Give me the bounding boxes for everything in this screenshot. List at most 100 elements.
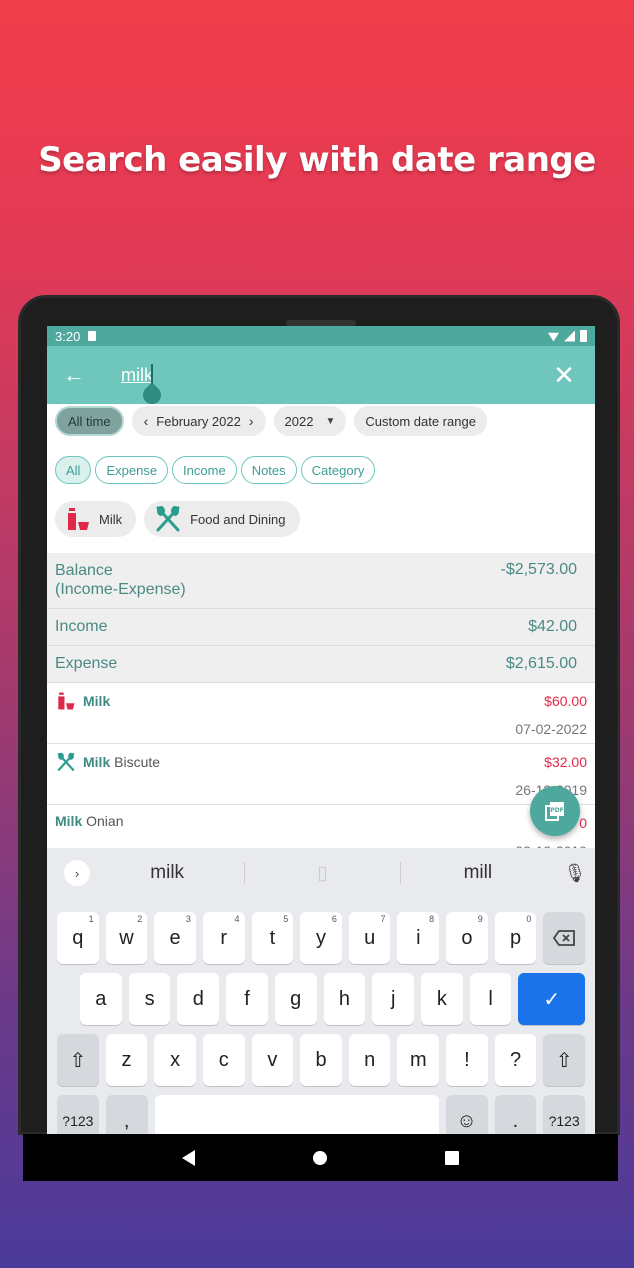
key-hint: 5 <box>283 914 289 924</box>
key-f[interactable]: f <box>226 973 268 1025</box>
milk-emoji-suggestion-icon[interactable]: ▯ <box>245 862 399 885</box>
status-time: 3:20 <box>55 328 81 344</box>
custom-date-range-chip[interactable]: Custom date range <box>354 406 487 436</box>
key-n[interactable]: n <box>348 1034 391 1086</box>
key-h[interactable]: h <box>323 973 366 1025</box>
symbols-key[interactable]: ?123 <box>57 1095 99 1134</box>
type-chip-all[interactable]: All <box>55 456 92 484</box>
key-exclamation[interactable]: ! <box>446 1034 488 1086</box>
search-app-bar: ← milk ✕ <box>47 346 595 408</box>
key-k[interactable]: k <box>421 973 463 1025</box>
transaction-row[interactable]: Milk Biscute $32.00 26-12-2019 <box>47 744 595 805</box>
promo-headline: Search easily with date range <box>38 140 596 180</box>
enter-key[interactable]: ✓ <box>518 973 586 1025</box>
signal-icon <box>564 330 575 342</box>
space-key[interactable] <box>154 1095 439 1134</box>
key-p[interactable]: 0p <box>494 912 537 964</box>
category-filter-row: Milk Food and Dining <box>47 495 595 543</box>
type-chip-notes[interactable]: Notes <box>240 456 297 484</box>
type-filter-row: All Expense Income Notes Category <box>47 448 595 492</box>
check-icon: ✓ <box>543 988 561 1011</box>
milk-bottle-icon <box>68 508 89 530</box>
milk-bottle-icon <box>58 692 75 710</box>
key-hint: 9 <box>477 914 483 924</box>
key-hint: 1 <box>88 914 94 924</box>
dropdown-arrow-icon: ▼ <box>325 415 336 427</box>
transaction-title: Milk <box>55 813 83 829</box>
comma-key[interactable]: , <box>105 1095 148 1134</box>
category-chip-milk[interactable]: Milk <box>55 501 137 537</box>
category-chip-food-dining[interactable]: Food and Dining <box>144 501 300 537</box>
key-label: r <box>220 926 228 949</box>
nav-recents-icon[interactable] <box>445 1150 459 1165</box>
key-c[interactable]: c <box>202 1034 245 1086</box>
chevron-left-icon[interactable]: ‹ <box>136 413 157 429</box>
microphone-icon[interactable]: 🎙 <box>555 863 595 884</box>
key-l[interactable]: l <box>469 973 512 1025</box>
wifi-icon <box>548 332 559 342</box>
key-label: y <box>316 926 327 949</box>
key-v[interactable]: v <box>251 1034 294 1086</box>
nav-back-icon[interactable] <box>182 1149 195 1166</box>
export-pdf-button[interactable]: PDF <box>530 786 580 836</box>
fork-spoon-icon <box>57 752 75 771</box>
chevron-right-icon[interactable]: › <box>241 413 262 429</box>
type-chip-expense[interactable]: Expense <box>95 456 169 484</box>
suggestion-item[interactable]: milk <box>90 862 244 884</box>
keyboard-row-2: a s d f g h j k l ✓ <box>47 973 595 1025</box>
key-o[interactable]: 9o <box>446 912 488 964</box>
key-w[interactable]: 2w <box>105 912 148 964</box>
nav-home-icon[interactable] <box>313 1150 327 1165</box>
key-hint: 7 <box>380 914 386 924</box>
key-s[interactable]: s <box>128 973 171 1025</box>
cursor-handle[interactable] <box>139 382 165 408</box>
key-label: p <box>510 926 522 949</box>
category-label: Milk <box>99 511 123 527</box>
key-q[interactable]: 1q <box>57 912 99 964</box>
key-a[interactable]: a <box>80 973 122 1025</box>
all-time-chip[interactable]: All time <box>55 406 124 436</box>
key-y[interactable]: 6y <box>300 912 342 964</box>
transaction-row[interactable]: Milk $60.00 07-02-2022 <box>47 683 595 744</box>
close-icon[interactable]: ✕ <box>549 360 579 391</box>
key-d[interactable]: d <box>177 973 220 1025</box>
key-r[interactable]: 4r <box>202 912 245 964</box>
emoji-key[interactable]: ☺ <box>445 1095 488 1134</box>
type-chip-category[interactable]: Category <box>300 456 376 484</box>
back-arrow-icon[interactable]: ← <box>63 362 103 388</box>
symbols-key-right[interactable]: ?123 <box>543 1095 586 1134</box>
suggestion-item[interactable]: mill <box>401 862 555 884</box>
key-label: w <box>119 926 134 949</box>
key-x[interactable]: x <box>154 1034 196 1086</box>
shift-icon: ⇧ <box>69 1049 87 1072</box>
key-hint: 0 <box>526 914 532 924</box>
key-hint: 6 <box>331 914 337 924</box>
system-nav-bar <box>23 1134 618 1181</box>
key-m[interactable]: m <box>397 1034 440 1086</box>
type-chip-income[interactable]: Income <box>172 456 237 484</box>
key-z[interactable]: z <box>105 1034 148 1086</box>
transaction-note: Biscute <box>110 754 161 770</box>
month-label[interactable]: February 2022 <box>156 414 241 429</box>
period-key[interactable]: . <box>494 1095 537 1134</box>
expand-arrow-icon[interactable]: › <box>64 860 90 886</box>
shift-key[interactable]: ⇧ <box>57 1034 99 1086</box>
key-g[interactable]: g <box>274 973 317 1025</box>
year-label: 2022 <box>284 413 314 429</box>
key-hint: 2 <box>137 914 143 924</box>
key-u[interactable]: 7u <box>348 912 391 964</box>
shift-key-right[interactable]: ⇧ <box>543 1034 586 1086</box>
search-input[interactable]: milk <box>121 365 549 386</box>
key-hint: 3 <box>185 914 191 924</box>
balance-value: -$2,573.00 <box>500 561 577 578</box>
key-j[interactable]: j <box>372 973 415 1025</box>
key-question[interactable]: ? <box>494 1034 537 1086</box>
key-label: i <box>416 926 421 949</box>
year-dropdown[interactable]: 2022 ▼ <box>273 406 347 436</box>
shift-icon: ⇧ <box>555 1049 573 1072</box>
key-i[interactable]: 8i <box>397 912 440 964</box>
key-t[interactable]: 5t <box>251 912 294 964</box>
key-b[interactable]: b <box>300 1034 342 1086</box>
backspace-key[interactable] <box>543 912 586 964</box>
key-e[interactable]: 3e <box>154 912 196 964</box>
